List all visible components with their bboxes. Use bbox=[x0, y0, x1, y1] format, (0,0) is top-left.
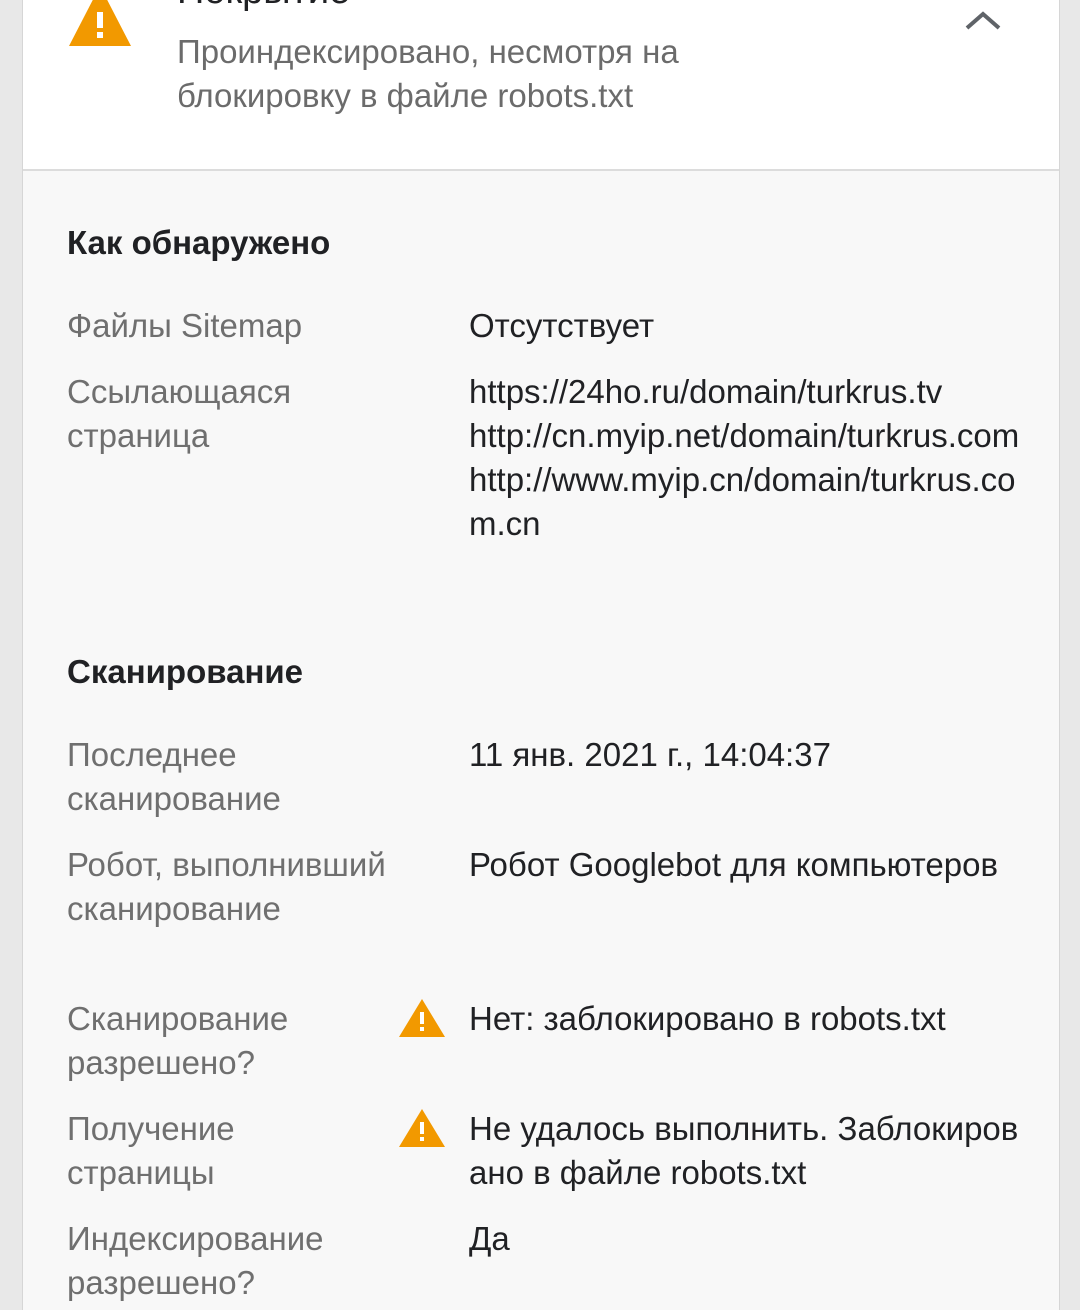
page-fetch-label: Получение страницы bbox=[67, 1110, 235, 1191]
referring-page-list: https://24ho.ru/domain/turkrus.tv http:/… bbox=[469, 370, 1029, 546]
coverage-panel: Покрытие Проиндексировано, несмотря на б… bbox=[22, 0, 1060, 1310]
coverage-header[interactable]: Покрытие Проиндексировано, несмотря на б… bbox=[23, 0, 1059, 171]
referring-page-link[interactable]: http://cn.myip.net/domain/turkrus.com bbox=[469, 414, 1029, 458]
section-title-coverage: Покрытие bbox=[177, 0, 350, 13]
crawl-allowed-value: Нет: заблокировано в robots.txt bbox=[469, 1000, 946, 1037]
coverage-status-text: Проиндексировано, несмотря на блокировку… bbox=[177, 33, 679, 114]
referring-page-link[interactable]: http://www.myip.cn/domain/turkrus.com.cn bbox=[469, 458, 1029, 546]
warning-icon bbox=[69, 0, 131, 46]
crawl-allowed-label: Сканирование разрешено? bbox=[67, 1000, 289, 1081]
crawled-as-value: Робот Googlebot для компьютеров bbox=[469, 846, 998, 883]
discovery-heading: Как обнаружено bbox=[67, 224, 331, 261]
warning-icon bbox=[399, 1109, 445, 1147]
indexing-allowed-label: Индексирование разрешено? bbox=[67, 1220, 324, 1301]
chevron-up-icon[interactable] bbox=[963, 8, 1003, 32]
last-crawl-label: Последнее сканирование bbox=[67, 736, 281, 817]
warning-icon bbox=[399, 999, 445, 1037]
sitemaps-value: Отсутствует bbox=[469, 307, 655, 344]
crawl-heading: Сканирование bbox=[67, 653, 304, 690]
page-fetch-value: Не удалось выполнить. Заблокировано в фа… bbox=[469, 1110, 1019, 1191]
crawled-as-label: Робот, выполнивший сканирование bbox=[67, 846, 386, 927]
indexing-allowed-value: Да bbox=[469, 1220, 510, 1257]
referring-page-label: Ссылающаяся страница bbox=[67, 373, 292, 454]
referring-page-link[interactable]: https://24ho.ru/domain/turkrus.tv bbox=[469, 370, 1029, 414]
sitemaps-label: Файлы Sitemap bbox=[67, 307, 303, 344]
last-crawl-value: 11 янв. 2021 г., 14:04:37 bbox=[469, 736, 831, 773]
